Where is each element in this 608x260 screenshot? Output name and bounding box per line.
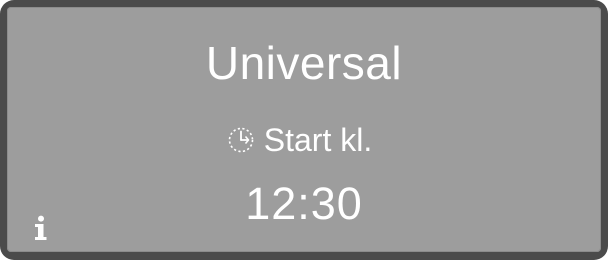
- info-icon[interactable]: [31, 215, 51, 241]
- start-time: 12:30: [245, 178, 363, 229]
- display-frame: Universal Start kl. 12:30: [0, 0, 608, 260]
- start-label: Start kl.: [263, 122, 373, 158]
- clock-timer-icon: [226, 125, 256, 155]
- start-row: Start kl.: [7, 124, 601, 156]
- display-screen: Universal Start kl. 12:30: [7, 7, 601, 252]
- program-name: Universal: [205, 37, 403, 89]
